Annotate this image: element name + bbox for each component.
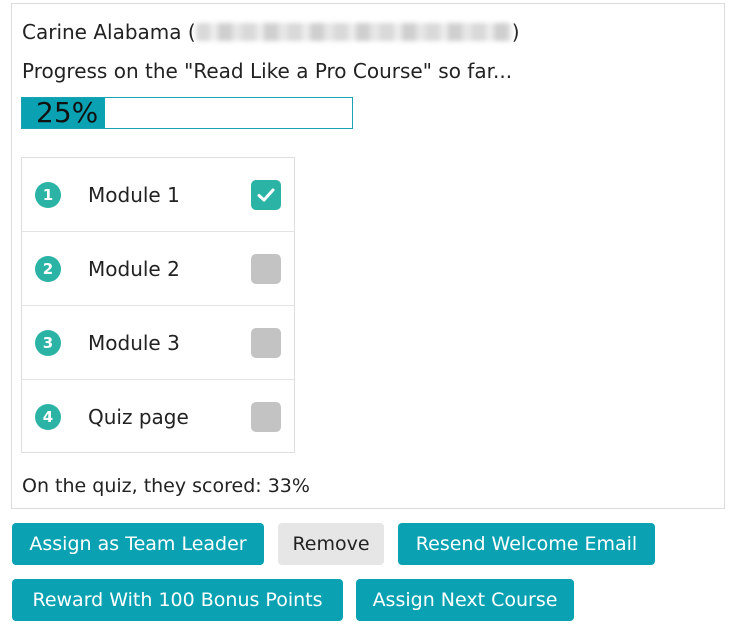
module-checkbox[interactable] <box>251 402 281 432</box>
quiz-score: On the quiz, they scored: 33% <box>22 475 310 497</box>
progress-description: Progress on the "Read Like a Pro Course"… <box>22 59 513 83</box>
progress-percent: 25% <box>36 97 99 129</box>
assign-next-course-button[interactable]: Assign Next Course <box>356 579 574 621</box>
module-label: Quiz page <box>88 405 189 429</box>
module-row-1: 1 Module 1 <box>22 158 294 232</box>
module-label: Module 2 <box>88 257 180 281</box>
module-checkbox[interactable] <box>251 180 281 210</box>
module-row-4: 4 Quiz page <box>22 380 294 454</box>
reward-bonus-points-button[interactable]: Reward With 100 Bonus Points <box>12 579 343 621</box>
progress-bar: 25% <box>21 97 353 129</box>
user-line: Carine Alabama () <box>22 18 520 46</box>
module-label: Module 3 <box>88 331 180 355</box>
module-row-3: 3 Module 3 <box>22 306 294 380</box>
module-number-badge: 3 <box>35 330 61 356</box>
resend-welcome-email-button[interactable]: Resend Welcome Email <box>398 523 655 565</box>
user-name: Carine Alabama ( <box>22 20 196 44</box>
user-name-close: ) <box>511 20 520 44</box>
remove-button[interactable]: Remove <box>278 523 384 565</box>
module-number-badge: 1 <box>35 182 61 208</box>
module-label: Module 1 <box>88 183 180 207</box>
module-checkbox[interactable] <box>251 254 281 284</box>
checkmark-icon <box>257 188 275 202</box>
assign-team-leader-button[interactable]: Assign as Team Leader <box>12 523 264 565</box>
module-checkbox[interactable] <box>251 328 281 358</box>
module-number-badge: 2 <box>35 256 61 282</box>
module-number-badge: 4 <box>35 404 61 430</box>
redacted-email <box>195 23 512 41</box>
module-list: 1 Module 1 2 Module 2 3 Module 3 4 Quiz … <box>21 157 295 453</box>
progress-card: Carine Alabama () Progress on the "Read … <box>11 3 725 509</box>
module-row-2: 2 Module 2 <box>22 232 294 306</box>
